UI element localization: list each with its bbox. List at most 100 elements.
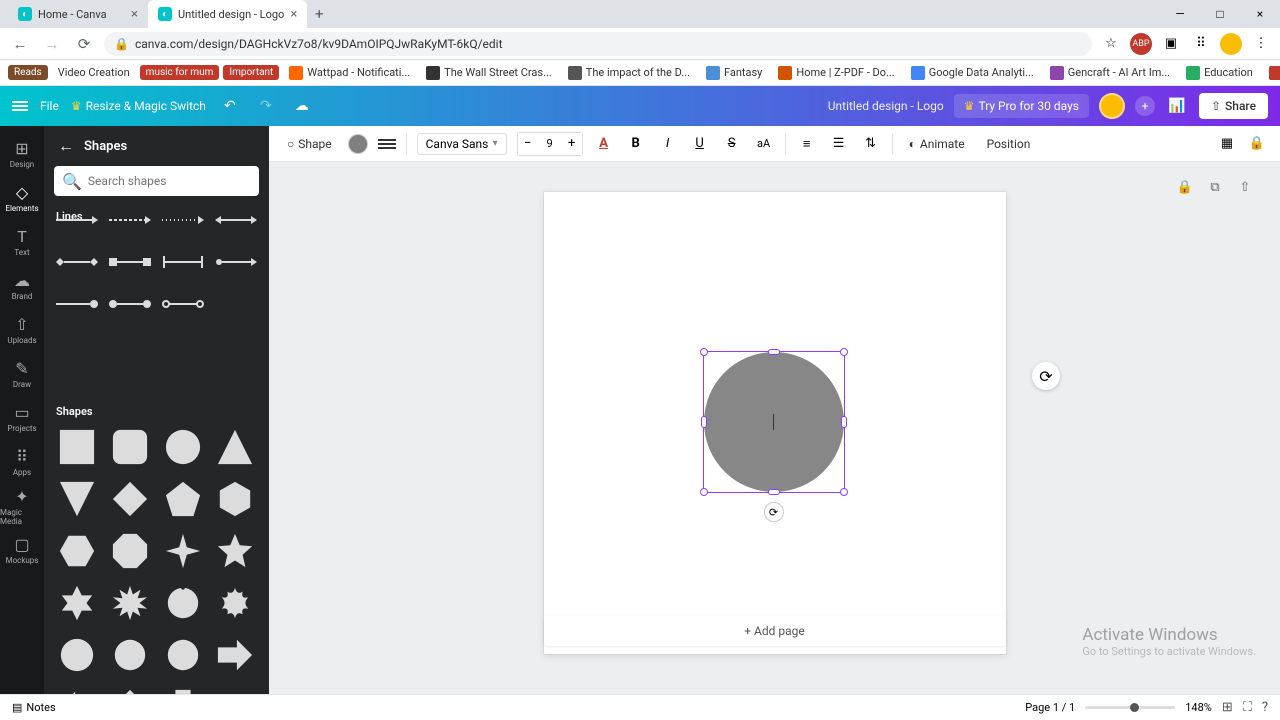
line-circle-arrow[interactable] [212, 313, 259, 349]
rail-draw[interactable]: ✎Draw [0, 352, 44, 396]
rail-uploads[interactable]: ⇧Uploads [0, 308, 44, 352]
rail-text[interactable]: TText [0, 220, 44, 264]
shape-hexagon[interactable] [212, 476, 258, 522]
resize-handle-tl[interactable] [700, 348, 708, 356]
duplicate-page-icon[interactable]: ⧉ [1204, 176, 1226, 198]
bookmark-zpdf[interactable]: Home | Z-PDF - Do... [772, 64, 900, 82]
resize-handle-b[interactable] [768, 489, 780, 495]
forward-button[interactable]: → [40, 32, 64, 56]
try-pro-button[interactable]: ♛ Try Pro for 30 days [954, 94, 1089, 118]
star-icon[interactable]: ☆ [1100, 33, 1122, 55]
rail-projects[interactable]: ▭Projects [0, 396, 44, 440]
shape-square[interactable] [54, 424, 100, 470]
transparency-button[interactable]: ▦ [1216, 133, 1238, 155]
close-icon[interactable]: × [131, 7, 138, 22]
lock-button[interactable]: 🔒 [1246, 133, 1268, 155]
help-button[interactable]: ? [1262, 700, 1268, 715]
shape-diamond[interactable] [107, 476, 153, 522]
shape-seal[interactable] [54, 632, 100, 678]
export-page-icon[interactable]: ⇧ [1234, 176, 1256, 198]
bookmark-depression[interactable]: The impact of the D... [562, 64, 696, 82]
shape-triangle[interactable] [212, 424, 258, 470]
fullscreen-button[interactable]: ⛶ [1243, 700, 1252, 715]
back-button[interactable]: ← [8, 32, 32, 56]
bold-button[interactable]: B [625, 133, 647, 155]
shape-rounded-square[interactable] [107, 424, 153, 470]
italic-button[interactable]: I [657, 133, 679, 155]
bookmark-gencraft[interactable]: Gencraft - AI Art Im... [1044, 64, 1176, 82]
animate-button[interactable]: ◐ Animate [903, 133, 971, 155]
strikethrough-button[interactable]: S [721, 133, 743, 155]
shape-arrow-down[interactable] [160, 684, 206, 694]
add-collaborator-button[interactable]: + [1135, 96, 1155, 116]
position-button[interactable]: Position [981, 133, 1037, 155]
shape-octagon[interactable] [107, 528, 153, 574]
shape-burst-16[interactable] [212, 580, 258, 626]
bookmark-fantasy[interactable]: Fantasy [700, 64, 768, 82]
decrease-button[interactable]: − [518, 133, 538, 155]
shape-scallop[interactable] [107, 632, 153, 678]
rail-magic-media[interactable]: ✦Magic Media [0, 484, 44, 528]
shape-4-star[interactable] [160, 528, 206, 574]
shape-arrow-left[interactable] [54, 684, 100, 694]
resize-handle-bl[interactable] [700, 488, 708, 496]
regenerate-button[interactable]: ⟳ [1032, 362, 1060, 390]
back-button[interactable]: ← [58, 136, 74, 156]
bookmark-google-analytics[interactable]: Google Data Analyti... [905, 64, 1040, 82]
zoom-percent[interactable]: 148% [1185, 701, 1212, 714]
bookmark-music[interactable]: music for mum [140, 65, 220, 80]
bookmark-harlequin[interactable]: Harlequin Romance... [1263, 64, 1280, 82]
bookmark-important[interactable]: Important [223, 65, 279, 80]
menu-button[interactable] [12, 99, 28, 113]
list-button[interactable]: ☰ [828, 133, 850, 155]
bookmark-reads[interactable]: Reads [8, 65, 48, 80]
bookmark-wallstreet[interactable]: The Wall Street Cras... [420, 64, 558, 82]
shape-hexagon-flat[interactable] [54, 528, 100, 574]
selected-circle-shape[interactable]: ⟳ [704, 352, 844, 492]
undo-button[interactable]: ↶ [218, 94, 242, 118]
close-window-button[interactable]: × [1240, 0, 1280, 28]
search-shapes[interactable]: 🔍 [54, 166, 259, 196]
resize-handle-br[interactable] [840, 488, 848, 496]
resize-magic-switch[interactable]: ♛ Resize & Magic Switch [71, 99, 206, 113]
rail-apps[interactable]: ⠿Apps [0, 440, 44, 484]
fill-color-swatch[interactable] [348, 134, 368, 154]
menu-icon[interactable]: ⋮ [1250, 33, 1272, 55]
lock-page-icon[interactable]: 🔒 [1174, 176, 1196, 198]
bookmark-video-creation[interactable]: Video Creation [52, 64, 136, 81]
font-size-stepper[interactable]: − 9 + [517, 132, 583, 156]
close-icon[interactable]: × [290, 7, 297, 22]
rail-elements[interactable]: ◇Elements [0, 176, 44, 220]
minimize-button[interactable]: — [1160, 0, 1200, 28]
rotate-handle[interactable]: ⟳ [764, 502, 784, 522]
analytics-icon[interactable]: 📊 [1165, 94, 1189, 118]
resize-handle-r[interactable] [841, 416, 847, 428]
line-circle-end[interactable] [54, 355, 101, 391]
shape-5-star[interactable] [212, 528, 258, 574]
document-title[interactable]: Untitled design - Logo [828, 99, 944, 113]
extension-icon[interactable]: ▣ [1160, 33, 1182, 55]
case-button[interactable]: aA [753, 133, 775, 155]
user-avatar[interactable] [1099, 93, 1125, 119]
new-tab-button[interactable]: + [307, 0, 331, 28]
zoom-slider[interactable] [1085, 706, 1175, 709]
maximize-button[interactable]: □ [1200, 0, 1240, 28]
resize-handle-l[interactable] [701, 416, 707, 428]
shape-arrow-right[interactable] [212, 632, 258, 678]
font-selector[interactable]: Canva Sans ▾ [417, 133, 507, 155]
share-button[interactable]: ⇧ Share [1199, 93, 1268, 119]
font-size-value[interactable]: 9 [538, 137, 562, 150]
shape-arrow-both[interactable] [212, 684, 258, 694]
shape-wavy-circle[interactable] [160, 632, 206, 678]
resize-handle-tr[interactable] [840, 348, 848, 356]
browser-tab-0[interactable]: ◐ Home - Canva × [8, 0, 148, 28]
rail-brand[interactable]: ☁Brand [0, 264, 44, 308]
shape-arrow-up[interactable] [107, 684, 153, 694]
increase-button[interactable]: + [562, 133, 582, 155]
profile-avatar[interactable] [1220, 33, 1242, 55]
shape-8-star[interactable] [107, 580, 153, 626]
zoom-thumb[interactable] [1130, 703, 1139, 712]
shape-pentagon[interactable] [160, 476, 206, 522]
underline-button[interactable]: U [689, 133, 711, 155]
shape-button[interactable]: ○ Shape [281, 133, 338, 155]
